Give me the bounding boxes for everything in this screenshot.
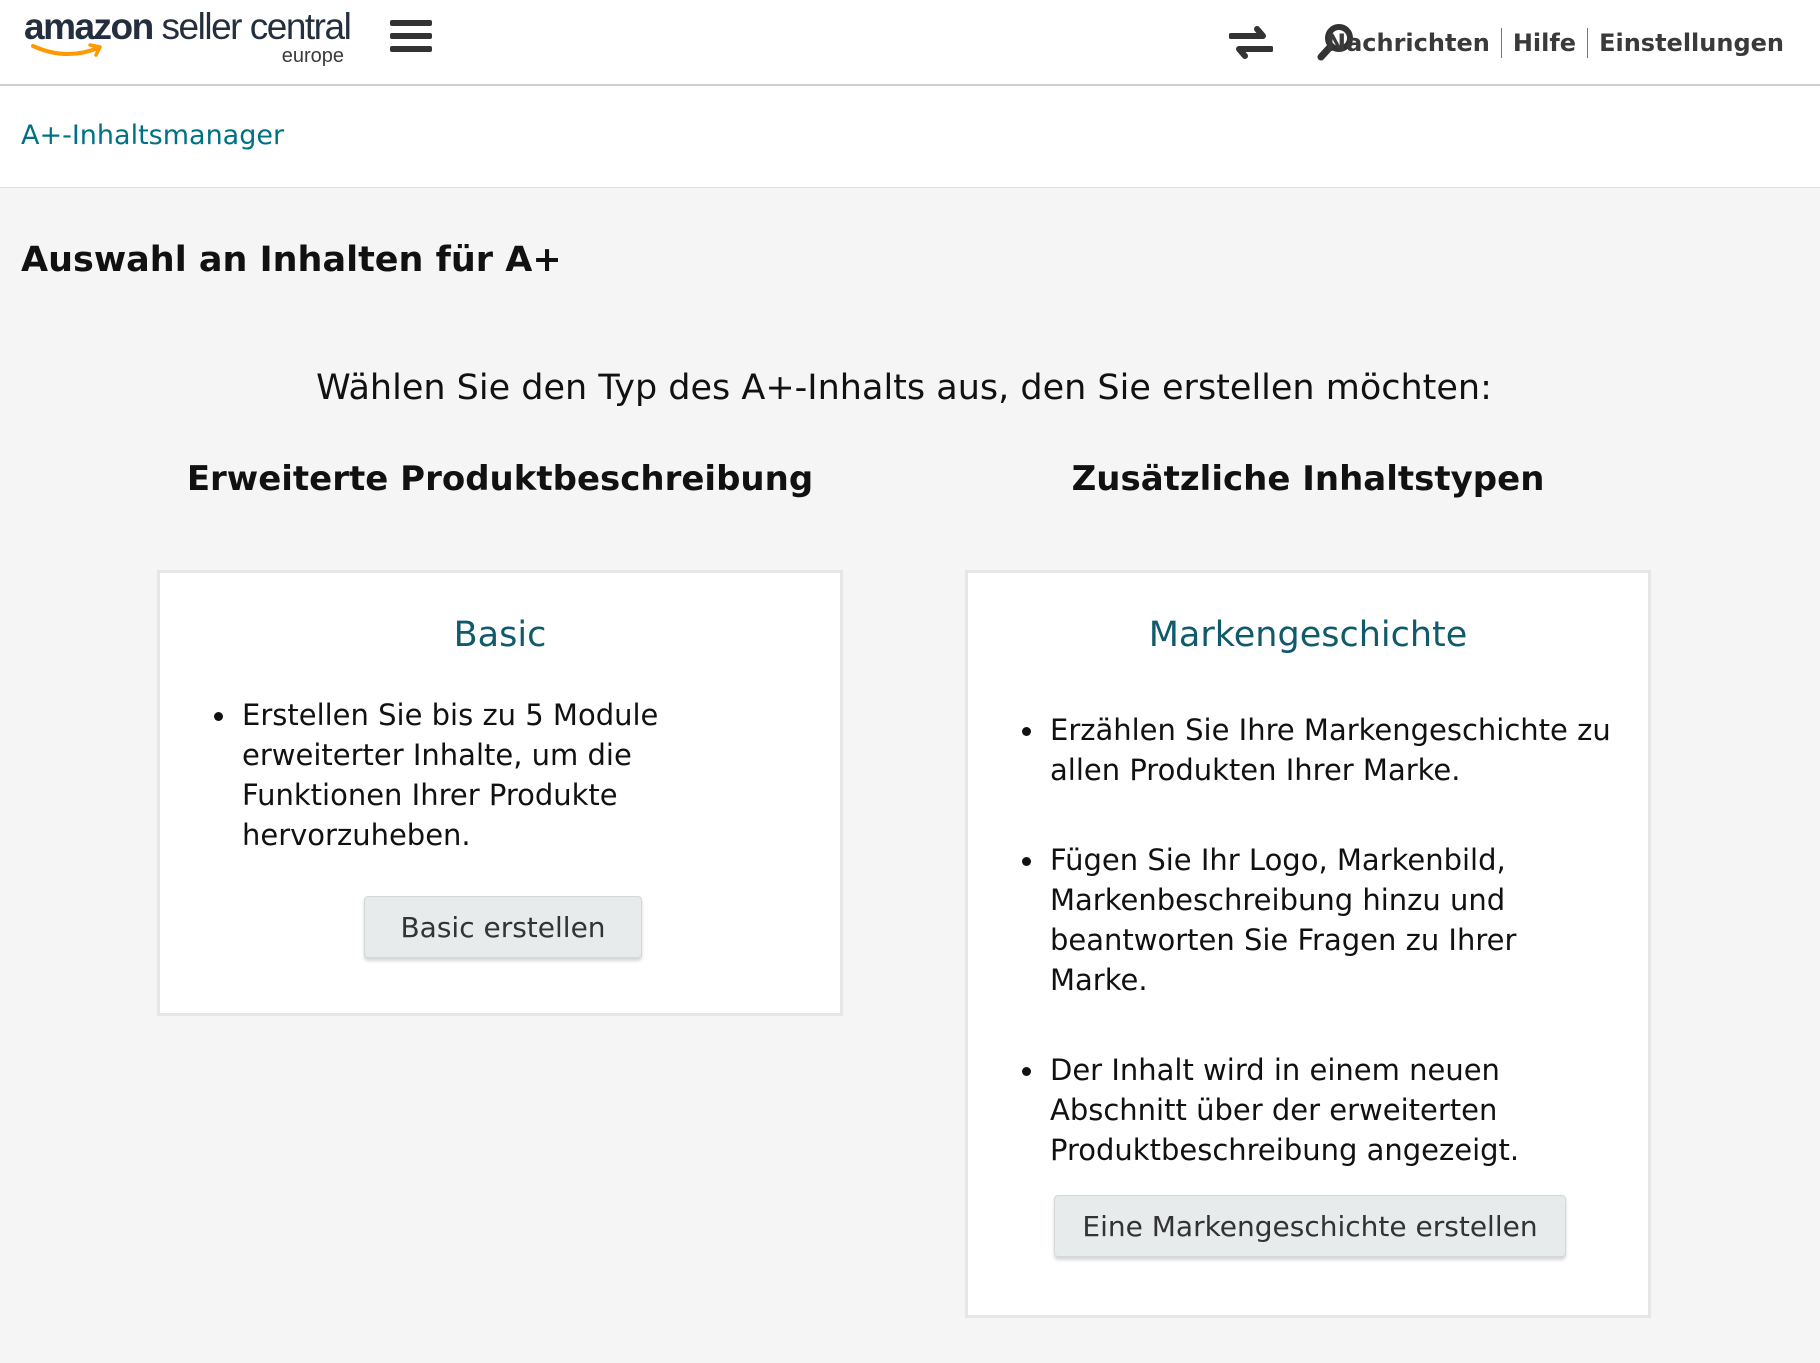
card-title-basic: Basic: [453, 615, 547, 655]
page-title: Auswahl an Inhalten für A+: [21, 240, 562, 280]
amazon-smile-icon: [31, 43, 102, 57]
header-nav: Nachrichten Hilfe Einstellungen: [1326, 28, 1784, 58]
top-navigation-bar: amazon seller central europe Nachrichten…: [0, 0, 1820, 86]
brand-story-card: Markengeschichte Erzählen Sie Ihre Marke…: [965, 570, 1651, 1318]
logo-region: europe: [281, 45, 344, 67]
hamburger-menu-icon[interactable]: [390, 20, 432, 56]
nav-link-einstellungen[interactable]: Einstellungen: [1599, 29, 1784, 57]
switch-arrows-icon[interactable]: [1229, 22, 1273, 62]
nav-divider: [1500, 28, 1502, 58]
card-title-brand-story: Markengeschichte: [1148, 615, 1468, 655]
brand-story-feature-list: Erzählen Sie Ihre Markengeschichte zu al…: [1022, 710, 1622, 1170]
breadcrumb-bar: A+-Inhaltsmanager: [0, 86, 1820, 188]
create-brand-story-button[interactable]: Eine Markengeschichte erstellen: [1054, 1195, 1566, 1257]
create-basic-button[interactable]: Basic erstellen: [364, 896, 642, 958]
column-heading-enhanced-description: Erweiterte Produktbeschreibung: [186, 459, 814, 499]
logo-product: seller central: [161, 6, 352, 47]
list-item: Der Inhalt wird in einem neuen Abschnitt…: [1022, 1050, 1622, 1170]
basic-card: Basic Erstellen Sie bis zu 5 Module erwe…: [157, 570, 843, 1016]
amazon-seller-central-logo[interactable]: amazon seller central europe: [24, 6, 354, 74]
breadcrumb-a-plus-content-manager[interactable]: A+-Inhaltsmanager: [21, 120, 284, 151]
list-item: Fügen Sie Ihr Logo, Markenbild, Markenbe…: [1022, 840, 1622, 1000]
nav-divider: [1587, 28, 1589, 58]
content-type-prompt: Wählen Sie den Typ des A+-Inhalts aus, d…: [316, 368, 1492, 408]
basic-feature-list: Erstellen Sie bis zu 5 Module erweiterte…: [214, 695, 794, 855]
column-heading-additional-types: Zusätzliche Inhaltstypen: [1071, 459, 1545, 499]
nav-link-hilfe[interactable]: Hilfe: [1513, 29, 1576, 57]
nav-link-nachrichten[interactable]: Nachrichten: [1326, 29, 1490, 57]
list-item: Erstellen Sie bis zu 5 Module erweiterte…: [214, 695, 794, 855]
list-item: Erzählen Sie Ihre Markengeschichte zu al…: [1022, 710, 1622, 790]
